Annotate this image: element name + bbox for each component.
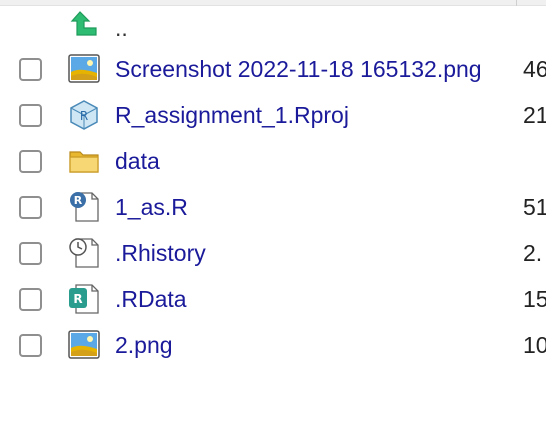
file-size: 2. bbox=[523, 240, 543, 266]
rdata-icon: R bbox=[69, 284, 99, 314]
file-row: R R_assignment_1.Rproj 21 bbox=[0, 92, 546, 138]
file-name-link[interactable]: 1_as.R bbox=[115, 194, 188, 220]
row-checkbox[interactable] bbox=[19, 58, 42, 81]
rproj-icon: R bbox=[70, 100, 98, 130]
file-name-link[interactable]: R_assignment_1.Rproj bbox=[115, 102, 349, 128]
row-checkbox[interactable] bbox=[19, 196, 42, 219]
file-row: .Rhistory 2. bbox=[0, 230, 546, 276]
file-row: Screenshot 2022-11-18 165132.png 46 bbox=[0, 46, 546, 92]
file-size: 10 bbox=[523, 332, 546, 358]
row-checkbox[interactable] bbox=[19, 150, 42, 173]
file-list: .. Screenshot 2022-11-18 165132.png 46 R… bbox=[0, 6, 546, 368]
file-size: 51 bbox=[523, 194, 546, 220]
row-checkbox[interactable] bbox=[19, 242, 42, 265]
row-checkbox[interactable] bbox=[19, 288, 42, 311]
folder-row: data bbox=[0, 138, 546, 184]
svg-text:R: R bbox=[73, 292, 82, 306]
rhistory-icon bbox=[69, 238, 99, 268]
parent-directory-row[interactable]: .. bbox=[0, 6, 546, 46]
image-icon bbox=[68, 330, 100, 359]
up-arrow-icon bbox=[70, 11, 97, 36]
svg-text:R: R bbox=[80, 109, 88, 123]
file-name-link[interactable]: Screenshot 2022-11-18 165132.png bbox=[115, 56, 482, 82]
row-checkbox[interactable] bbox=[19, 104, 42, 127]
file-size: 15 bbox=[523, 286, 546, 312]
folder-name-link[interactable]: data bbox=[115, 148, 160, 174]
file-name-link[interactable]: 2.png bbox=[115, 332, 173, 358]
parent-directory-link[interactable]: .. bbox=[115, 15, 128, 41]
file-size: 21 bbox=[523, 102, 546, 128]
file-size: 46 bbox=[523, 56, 546, 82]
file-row: 2.png 10 bbox=[0, 322, 546, 368]
file-row: R 1_as.R 51 bbox=[0, 184, 546, 230]
file-name-link[interactable]: .Rhistory bbox=[115, 240, 206, 266]
svg-text:R: R bbox=[74, 194, 83, 207]
file-row: R .RData 15 bbox=[0, 276, 546, 322]
row-checkbox[interactable] bbox=[19, 334, 42, 357]
folder-icon bbox=[69, 151, 99, 173]
file-name-link[interactable]: .RData bbox=[115, 286, 187, 312]
image-icon bbox=[68, 54, 100, 83]
r-script-icon: R bbox=[70, 192, 99, 222]
